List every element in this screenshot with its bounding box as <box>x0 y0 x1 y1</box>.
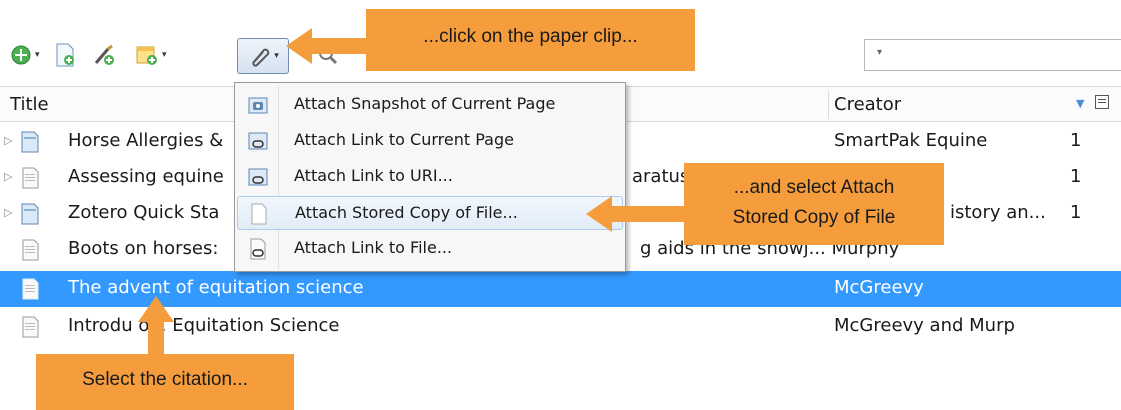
menu-item-attach-link-file[interactable]: Attach Link to File... <box>237 232 623 266</box>
row-creator: istory an... <box>950 202 1046 223</box>
document-icon <box>22 278 39 300</box>
callout-select-citation: Select the citation... <box>36 354 294 410</box>
arrow-left-icon <box>286 28 370 64</box>
row-creator: SmartPak Equine <box>834 130 988 151</box>
search-mode-dropdown-icon[interactable]: ▾ <box>877 47 882 58</box>
callout-paperclip: ...click on the paper clip... <box>366 9 695 71</box>
callout-text: Select the citation... <box>82 369 248 390</box>
menu-item-label: Attach Stored Copy of File... <box>295 203 518 222</box>
link-page-icon <box>248 132 268 150</box>
menu-item-label: Attach Link to File... <box>294 238 453 257</box>
callout-text-line2: Stored Copy of File <box>732 207 896 228</box>
column-header-title[interactable]: Title <box>10 94 49 115</box>
column-divider[interactable] <box>828 91 829 119</box>
new-item-from-page-button[interactable] <box>54 40 76 70</box>
row-creator: McGreevy and Murp <box>834 315 1015 336</box>
chevron-down-icon: ▾ <box>274 51 279 61</box>
new-item-icon <box>11 45 31 65</box>
row-title: Horse Allergies & <box>68 130 224 151</box>
row-creator: McGreevy <box>834 277 924 298</box>
row-title: The advent of equitation science <box>68 277 364 298</box>
row-attachment-count: 1 <box>1070 202 1082 223</box>
snapshot-icon <box>248 97 268 114</box>
sort-indicator-icon: ▼ <box>1076 97 1085 110</box>
document-icon <box>22 239 39 261</box>
search-input[interactable]: ▾ <box>864 39 1121 71</box>
new-note-icon <box>136 46 157 65</box>
web-page-icon <box>21 131 39 153</box>
menu-item-attach-link-page[interactable]: Attach Link to Current Page <box>237 124 623 158</box>
menu-item-attach-stored-copy[interactable]: Attach Stored Copy of File... <box>237 196 623 230</box>
stored-file-icon <box>251 203 267 225</box>
attach-button[interactable]: ▾ <box>237 38 289 74</box>
callout-text: ...click on the paper clip... <box>423 26 638 47</box>
chevron-down-icon: ▾ <box>35 50 40 60</box>
expand-arrow-icon[interactable]: ▷ <box>4 206 12 219</box>
document-icon <box>22 316 39 338</box>
expand-arrow-icon[interactable]: ▷ <box>4 170 12 183</box>
row-creator: aratus <box>632 166 690 187</box>
row-title: Introdu on. Equitation Science <box>68 315 340 336</box>
callout-attach-stored-copy: ...and select Attach Stored Copy of File <box>684 163 944 245</box>
document-icon <box>22 167 39 189</box>
add-by-identifier-button[interactable] <box>92 40 116 70</box>
paperclip-icon <box>252 48 270 67</box>
menu-item-attach-link-uri[interactable]: Attach Link to URI... <box>237 160 623 194</box>
menu-item-label: Attach Snapshot of Current Page <box>294 94 556 113</box>
new-item-from-page-icon <box>56 43 74 67</box>
expand-arrow-icon[interactable]: ▷ <box>4 134 12 147</box>
row-title: Zotero Quick Sta <box>68 202 220 223</box>
row-title: Boots on horses: <box>68 238 219 259</box>
menu-item-label: Attach Link to Current Page <box>294 130 514 149</box>
new-item-button[interactable]: ▾ <box>10 40 40 70</box>
menu-item-label: Attach Link to URI... <box>294 166 453 185</box>
arrow-left-icon <box>586 196 688 232</box>
row-attachment-count: 1 <box>1070 166 1082 187</box>
callout-text-line1: ...and select Attach <box>733 177 895 198</box>
menu-item-attach-snapshot[interactable]: Attach Snapshot of Current Page <box>237 88 623 122</box>
chevron-down-icon: ▾ <box>162 50 167 60</box>
row-title: Assessing equine <box>68 166 224 187</box>
web-page-icon <box>21 203 39 225</box>
arrow-up-icon <box>138 296 174 356</box>
new-note-button[interactable]: ▾ <box>135 40 167 70</box>
link-uri-icon <box>248 168 268 186</box>
column-header-creator[interactable]: Creator <box>834 94 901 115</box>
row-attachment-count: 1 <box>1070 130 1082 151</box>
column-picker-icon[interactable] <box>1095 95 1109 109</box>
link-file-icon <box>250 238 266 260</box>
attach-menu: Attach Snapshot of Current Page Attach L… <box>234 82 626 272</box>
add-by-identifier-icon <box>94 44 114 65</box>
